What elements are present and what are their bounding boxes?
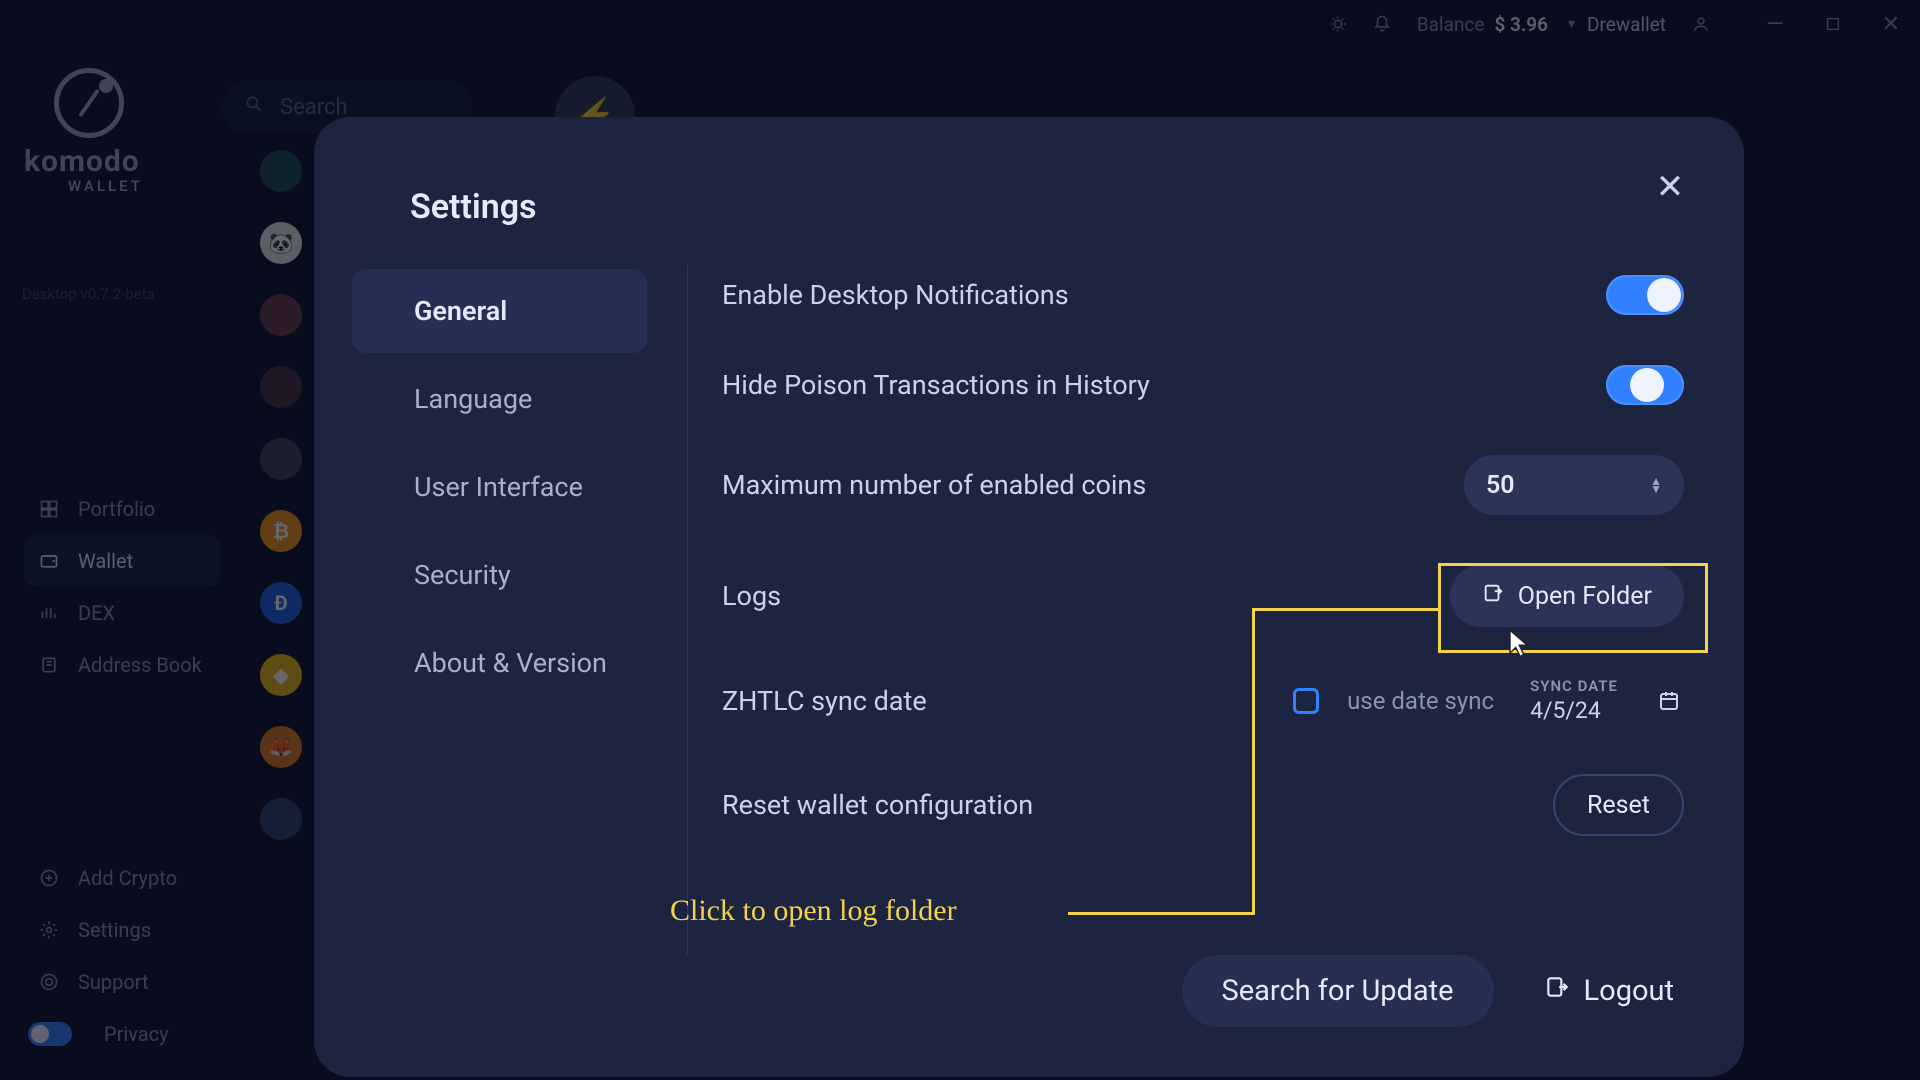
settings-tabs: General Language User Interface Security… [348,265,688,955]
label-logs: Logs [722,580,781,612]
calendar-icon[interactable] [1654,686,1684,716]
folder-open-icon [1482,582,1504,611]
search-update-label: Search for Update [1222,974,1454,1008]
annotation-text: Click to open log folder [670,894,957,928]
reset-button[interactable]: Reset [1553,774,1684,836]
open-folder-label: Open Folder [1518,582,1652,611]
row-logs: Logs Open Folder [722,565,1684,627]
row-poison: Hide Poison Transactions in History [722,365,1684,405]
sync-date: SYNC DATE 4/5/24 [1530,677,1618,724]
use-date-sync-label: use date sync [1347,687,1494,715]
row-zhtlc: ZHTLC sync date use date sync SYNC DATE … [722,677,1684,724]
max-coins-value: 50 [1486,471,1515,500]
label-poison: Hide Poison Transactions in History [722,369,1150,401]
label-reset: Reset wallet configuration [722,789,1033,821]
open-folder-button[interactable]: Open Folder [1450,565,1684,627]
tab-ui[interactable]: User Interface [352,445,647,529]
sync-group: use date sync SYNC DATE 4/5/24 [1293,677,1684,724]
label-max-coins: Maximum number of enabled coins [722,469,1146,501]
logout-button[interactable]: Logout [1544,974,1674,1008]
modal-title: Settings [410,187,1684,227]
tab-language[interactable]: Language [352,357,647,441]
max-coins-spinbox[interactable]: 50 ▲▼ [1464,455,1684,515]
sync-date-value: 4/5/24 [1530,697,1601,724]
row-reset: Reset wallet configuration Reset [722,774,1684,836]
toggle-poison[interactable] [1606,365,1684,405]
label-zhtlc: ZHTLC sync date [722,685,927,717]
label-notifications: Enable Desktop Notifications [722,279,1069,311]
reset-button-label: Reset [1587,791,1650,820]
logout-icon [1544,974,1570,1008]
settings-modal: Settings ✕ General Language User Interfa… [314,117,1744,1077]
search-update-button[interactable]: Search for Update [1182,955,1494,1027]
close-button[interactable]: ✕ [1648,165,1692,209]
row-notifications: Enable Desktop Notifications [722,275,1684,315]
toggle-notifications[interactable] [1606,275,1684,315]
tab-about[interactable]: About & Version [352,621,647,705]
settings-content: Enable Desktop Notifications Hide Poison… [688,265,1684,955]
chevron-updown-icon: ▲▼ [1650,477,1662,493]
tab-general[interactable]: General [352,269,647,353]
logout-label: Logout [1584,974,1674,1008]
use-date-sync-checkbox[interactable] [1293,688,1319,714]
row-max-coins: Maximum number of enabled coins 50 ▲▼ [722,455,1684,515]
modal-footer: Search for Update Logout [348,955,1684,1037]
tab-security[interactable]: Security [352,533,647,617]
sync-date-label: SYNC DATE [1530,677,1618,695]
modal-body: General Language User Interface Security… [348,265,1684,955]
